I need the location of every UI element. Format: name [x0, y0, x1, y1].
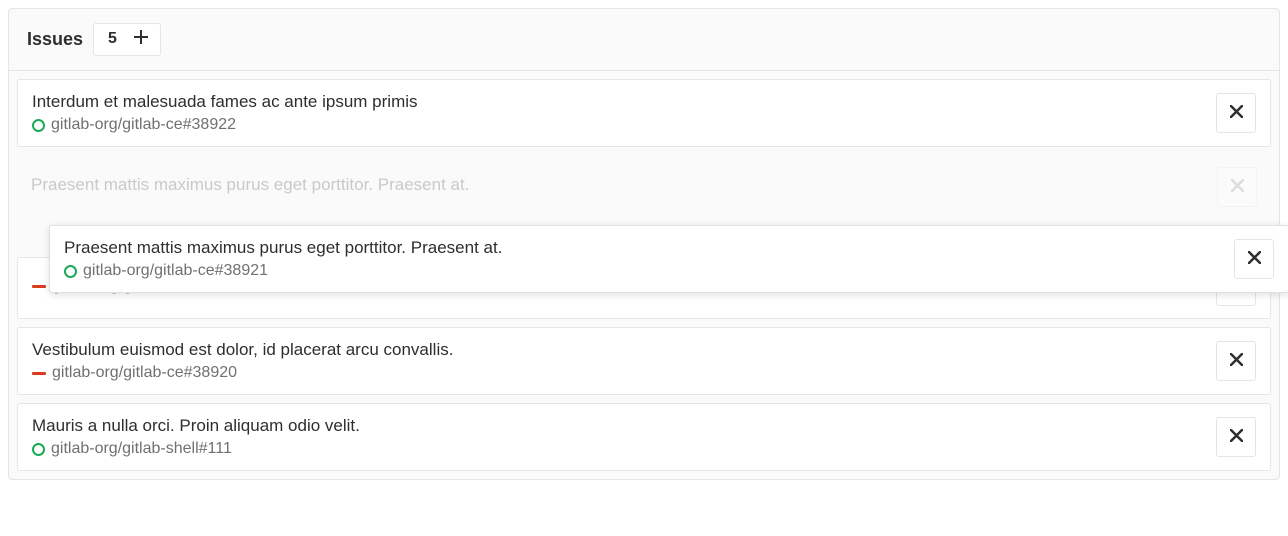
issue-card[interactable]: Mauris a nulla orci. Proin aliquam odio … [17, 403, 1271, 471]
issue-card[interactable]: Vestibulum euismod est dolor, id placera… [17, 327, 1271, 395]
close-icon [1230, 351, 1243, 371]
issue-content: Praesent mattis maximus purus eget portt… [64, 238, 1234, 280]
issue-ref-row: gitlab-org/gitlab-ce#38920 [32, 364, 1216, 382]
issue-title: Praesent mattis maximus purus eget portt… [31, 175, 1217, 195]
issue-content: Praesent mattis maximus purus eget portt… [31, 175, 1217, 199]
issue-ref: gitlab-org/gitlab-ce#38920 [52, 364, 237, 382]
remove-issue-button[interactable] [1216, 341, 1256, 381]
panel-header: Issues 5 [9, 9, 1279, 70]
issue-card-placeholder: Praesent mattis maximus purus eget portt… [17, 155, 1271, 207]
issue-title: Praesent mattis maximus purus eget portt… [64, 238, 1234, 258]
status-open-icon [32, 443, 45, 456]
remove-issue-button[interactable] [1234, 239, 1274, 279]
issue-ref: gitlab-org/gitlab-ce#38921 [83, 262, 268, 280]
issue-ref-row: gitlab-org/gitlab-ce#38922 [32, 116, 1216, 134]
issue-title: Interdum et malesuada fames ac ante ipsu… [32, 92, 1216, 112]
issue-content: Vestibulum euismod est dolor, id placera… [32, 340, 1216, 382]
issue-ref-row: gitlab-org/gitlab-ce#38921 [64, 262, 1234, 280]
add-issue-button[interactable] [122, 23, 161, 56]
issue-content: Mauris a nulla orci. Proin aliquam odio … [32, 416, 1216, 458]
issue-card[interactable]: Interdum et malesuada fames ac ante ipsu… [17, 79, 1271, 147]
issue-ref: gitlab-org/gitlab-ce#38922 [51, 116, 236, 134]
issue-ref: gitlab-org/gitlab-shell#111 [51, 440, 232, 458]
remove-issue-button[interactable] [1216, 417, 1256, 457]
issue-title: Vestibulum euismod est dolor, id placera… [32, 340, 1216, 360]
issue-content: Interdum et malesuada fames ac ante ipsu… [32, 92, 1216, 134]
close-icon [1230, 103, 1243, 123]
status-closed-icon [32, 372, 46, 375]
remove-issue-button[interactable] [1216, 93, 1256, 133]
issues-panel: Issues 5 Interdum et malesuada fames ac … [8, 8, 1280, 480]
status-open-icon [32, 119, 45, 132]
status-open-icon [64, 265, 77, 278]
remove-issue-button[interactable] [1217, 167, 1257, 207]
close-icon [1231, 177, 1244, 197]
issue-card-dragging[interactable]: Praesent mattis maximus purus eget portt… [49, 225, 1288, 293]
status-closed-icon [32, 285, 46, 288]
panel-title: Issues [27, 29, 83, 50]
close-icon [1230, 427, 1243, 447]
plus-icon [134, 30, 148, 49]
issue-ref-row: gitlab-org/gitlab-shell#111 [32, 440, 1216, 458]
issue-title: Mauris a nulla orci. Proin aliquam odio … [32, 416, 1216, 436]
close-icon [1248, 249, 1261, 269]
badge-group: 5 [93, 23, 161, 56]
